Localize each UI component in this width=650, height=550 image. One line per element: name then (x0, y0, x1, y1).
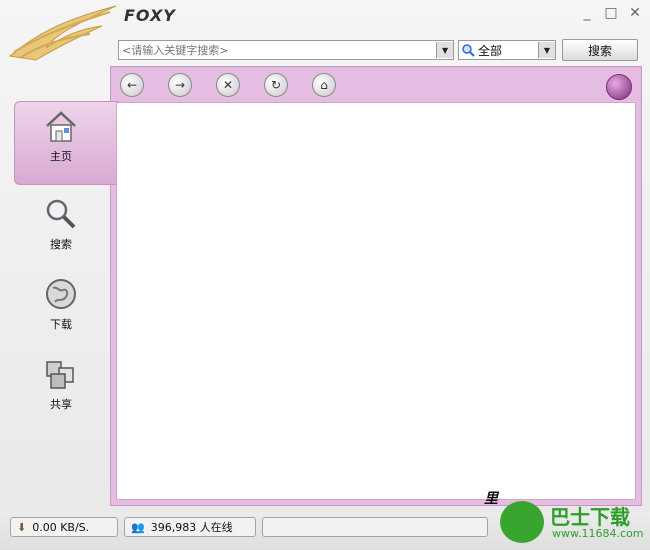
online-count: 396,983 人在线 (150, 521, 233, 534)
forward-button[interactable]: → (168, 73, 192, 97)
search-button[interactable]: 搜索 (562, 39, 638, 61)
home-icon (46, 111, 76, 142)
sidebar-item-label: 主页 (50, 150, 72, 163)
search-field: ▼ (118, 40, 454, 60)
refresh-icon: ↻ (270, 78, 282, 92)
home-icon: ⌂ (320, 78, 328, 92)
sidebar-item-search[interactable]: 搜索 (14, 196, 108, 252)
download-arrow-icon: ⬇ (17, 520, 27, 534)
site-watermark: 巴士下载 www.11684.com (494, 495, 648, 548)
status-speed: ⬇ 0.00 KB/S. (10, 517, 118, 537)
chevron-down-icon: ▼ (441, 45, 449, 55)
chevron-down-icon: ▼ (543, 45, 551, 55)
sidebar-item-home[interactable]: 主页 (14, 108, 108, 164)
speed-value: 0.00 KB/S. (32, 520, 90, 534)
site-logo-icon (500, 501, 544, 543)
status-message (262, 517, 488, 537)
close-icon: ✕ (222, 78, 234, 92)
share-cubes-icon (46, 361, 74, 389)
status-online: 👥 396,983 人在线 (124, 517, 256, 537)
globe-icon[interactable] (606, 74, 632, 100)
refresh-button[interactable]: ↻ (264, 73, 288, 97)
sidebar-item-label: 搜索 (50, 238, 72, 251)
maximize-button[interactable]: □ (604, 5, 618, 21)
search-scope-label: 全部 (459, 42, 538, 59)
close-button[interactable]: ✕ (628, 5, 642, 21)
arrow-left-icon: ← (126, 78, 138, 92)
stop-button[interactable]: ✕ (216, 73, 240, 97)
globe-download-icon (46, 279, 76, 309)
minimize-button[interactable]: _ (580, 5, 594, 21)
magnifier-icon (46, 199, 76, 229)
search-input[interactable] (119, 42, 437, 58)
site-title: 巴士下载 (550, 505, 630, 529)
navigation-toolbar: ← → ✕ ↻ ⌂ (116, 70, 638, 100)
scope-dropdown-button[interactable]: ▼ (538, 42, 555, 58)
foxy-window: FOXY _ □ ✕ ▼ 全部 ▼ 搜索 (0, 0, 650, 550)
users-icon: 👥 (131, 520, 145, 534)
sidebar-item-label: 共享 (50, 398, 72, 411)
arrow-right-icon: → (174, 78, 186, 92)
back-button[interactable]: ← (120, 73, 144, 97)
search-scope-select[interactable]: 全部 ▼ (458, 40, 556, 60)
sidebar-item-label: 下载 (50, 318, 72, 331)
sidebar-item-share[interactable]: 共享 (14, 356, 108, 412)
sidebar-item-download[interactable]: 下载 (14, 276, 108, 332)
content-view[interactable] (116, 102, 636, 500)
window-controls: _ □ ✕ (580, 5, 642, 21)
search-icon (462, 44, 475, 57)
search-history-dropdown-button[interactable]: ▼ (436, 42, 453, 58)
search-scope-value: 全部 (478, 43, 503, 58)
site-url: www.11684.com (552, 527, 644, 540)
foxy-logo-icon (8, 5, 117, 61)
home-button[interactable]: ⌂ (312, 73, 336, 97)
app-brand-title: FOXY (124, 6, 176, 25)
